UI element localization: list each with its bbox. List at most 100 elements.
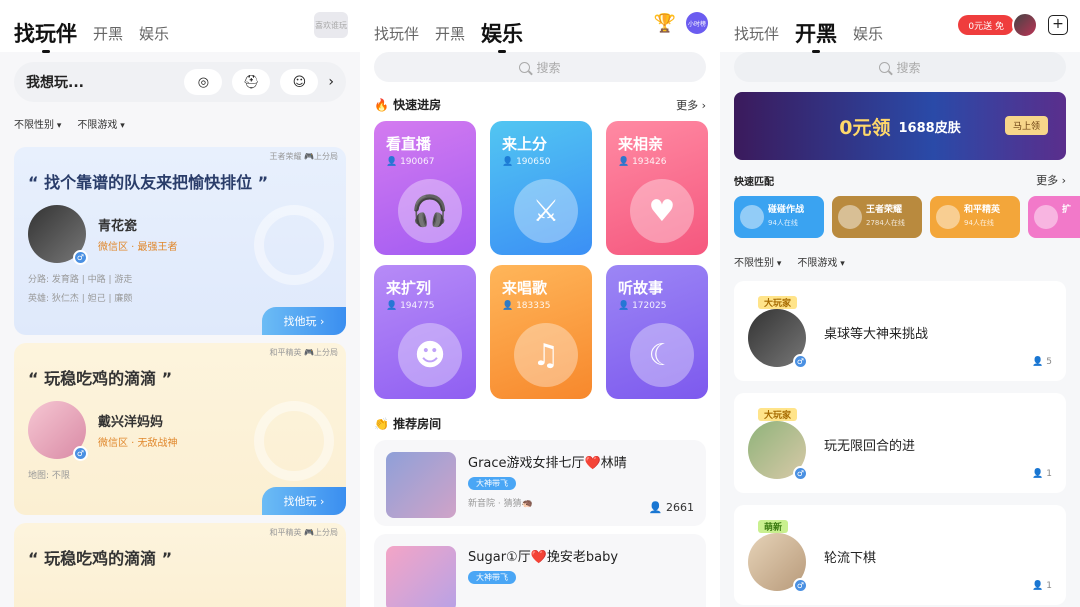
banner-title: 0元领 [839, 116, 891, 139]
partner-card[interactable]: 和平精英 🎮上分局 “ 玩稳吃鸡的滴滴 ” [14, 523, 346, 607]
gender-filter[interactable]: 不限性别 [14, 116, 61, 131]
tab-entertainment[interactable]: 娱乐 [481, 24, 523, 45]
tab-team-up[interactable]: 开黑 [93, 24, 123, 44]
quick-match-count: 94人在线 [964, 219, 994, 227]
partner-card[interactable]: 王者荣耀 🎮上分局 “ 找个靠谱的队友来把愉快排位 ” ♂ 青花瓷 微信区 · … [14, 147, 346, 335]
match-card[interactable]: 萌新 ♂ 轮流下棋 👤 1 [734, 505, 1066, 605]
quick-match-item[interactable]: 碰碰作战 94人在线 [734, 196, 824, 238]
quick-match-item[interactable]: 和平精英 94人在线 [930, 196, 1020, 238]
promo-banner[interactable]: 0元领 1688皮肤 马上领 [734, 92, 1066, 160]
tile-name: 看直播 [386, 135, 432, 153]
tab-find-partner[interactable]: 找玩伴 [374, 24, 419, 44]
headphones-icon: 🎧 [398, 179, 462, 243]
match-count: 👤 5 [1032, 357, 1052, 367]
tile-dating[interactable]: 来相亲 👤 193426 ♥ [606, 121, 708, 255]
want-to-play-bar[interactable]: 我想玩... ◎ ⛑ ☺ › [14, 62, 346, 102]
tab-entertainment[interactable]: 娱乐 [139, 24, 169, 44]
match-card[interactable]: 大玩家 ♂ 玩无限回合的进 👤 1 [734, 393, 1066, 493]
find-him-button[interactable]: 找他玩 › [262, 487, 346, 515]
tile-rank-up[interactable]: 来上分 👤 190650 ⚔ [490, 121, 592, 255]
game-icon [1034, 205, 1058, 229]
card-title: “ 找个靠谱的队友来把愉快排位 ” [28, 173, 269, 192]
decorative-icon [254, 401, 334, 481]
quick-match-name: 王者荣耀 [866, 205, 903, 215]
banner-claim-button[interactable]: 马上领 [1004, 116, 1048, 135]
quick-match-count: 94人在线 [768, 219, 798, 227]
tile-count: 👤 193426 [618, 157, 667, 167]
avatar[interactable]: ♂ [28, 205, 88, 265]
tile-make-friends[interactable]: 来扩列 👤 194775 ☻ [374, 265, 476, 399]
male-icon: ♂ [793, 466, 808, 481]
tile-name: 来唱歌 [502, 279, 548, 297]
recommended-rooms-title: 👏 推荐房间 [374, 417, 442, 431]
quick-match-item[interactable]: 王者荣耀 2784人在线 [832, 196, 922, 238]
swords-icon: ⚔ [514, 179, 578, 243]
card-title: “ 玩稳吃鸡的滴滴 ” [28, 549, 173, 568]
tab-team-up[interactable]: 开黑 [795, 24, 837, 45]
tab-find-partner[interactable]: 找玩伴 [14, 24, 77, 45]
tab-entertainment[interactable]: 娱乐 [853, 24, 883, 44]
tile-name: 来相亲 [618, 135, 664, 153]
banner-subtitle: 1688皮肤 [898, 120, 961, 136]
user-rank: 微信区 · 最强王者 [98, 242, 178, 253]
male-icon: ♂ [73, 446, 88, 461]
find-him-button[interactable]: 找他玩 › [262, 307, 346, 335]
more-link[interactable]: 更多 › [676, 97, 706, 113]
match-card[interactable]: 大玩家 ♂ 桌球等大神来挑战 👤 5 [734, 281, 1066, 381]
gender-filter[interactable]: 不限性别 [734, 254, 781, 269]
room-title: Sugar①厅❤️挽安老baby [468, 550, 619, 565]
avatar[interactable] [1012, 12, 1038, 38]
tile-count: 👤 172025 [618, 301, 667, 311]
tile-count: 👤 190067 [386, 157, 435, 167]
top-tabs: 找玩伴 开黑 娱乐 [0, 0, 360, 52]
room-host: 新音院 · 猜猜🦔 [468, 499, 533, 509]
avatar[interactable]: ♂ [748, 533, 808, 593]
search-input[interactable]: 搜索 [734, 52, 1066, 82]
tile-sing[interactable]: 来唱歌 👤 183335 ♫ [490, 265, 592, 399]
quick-room-title: 🔥 快速进房 [374, 98, 442, 112]
game-chip-honor-icon[interactable]: ◎ [184, 69, 223, 95]
game-filter[interactable]: 不限游戏 [797, 254, 844, 269]
room-badge: 大神带飞 [468, 477, 516, 490]
user-name: 戴兴洋妈妈 [98, 415, 164, 430]
partner-card[interactable]: 和平精英 🎮上分局 “ 玩稳吃鸡的滴滴 ” ♂ 戴兴洋妈妈 微信区 · 无敌战神… [14, 343, 346, 515]
game-filter[interactable]: 不限游戏 [77, 116, 124, 131]
tile-count: 👤 190650 [502, 157, 551, 167]
search-input[interactable]: 搜索 [374, 52, 706, 82]
game-chip-party-icon[interactable]: ☺ [280, 69, 319, 95]
match-title: 桌球等大神来挑战 [824, 327, 929, 342]
avatar[interactable]: ♂ [748, 421, 808, 481]
match-count: 👤 1 [1032, 581, 1052, 591]
game-icon [936, 205, 960, 229]
card-game-tag: 和平精英 🎮上分局 [269, 348, 338, 357]
more-link[interactable]: 更多 › [1036, 172, 1066, 188]
room-thumbnail [386, 452, 456, 518]
game-chip-pubg-icon[interactable]: ⛑ [232, 69, 271, 95]
tab-team-up[interactable]: 开黑 [435, 24, 465, 44]
search-placeholder: 搜索 [896, 60, 921, 75]
decorative-icon [254, 205, 334, 285]
room-badge: 大神带飞 [468, 571, 516, 584]
quick-match-item[interactable]: 扩 [1028, 196, 1080, 238]
room-item[interactable]: Sugar①厅❤️挽安老baby 大神带飞 [374, 534, 706, 607]
tile-live[interactable]: 看直播 👤 190067 🎧 [374, 121, 476, 255]
add-icon[interactable]: + [1048, 15, 1068, 35]
avatar[interactable]: ♂ [28, 401, 88, 461]
user-name: 青花瓷 [98, 219, 138, 234]
trophy-icon[interactable]: 🏆 [654, 13, 676, 34]
hour-rank-icon[interactable]: 小时榜 [686, 12, 708, 34]
player-tag-badge: 大玩家 [758, 408, 798, 421]
free-gift-pill[interactable]: 0元送 免 [958, 15, 1014, 35]
screen-entertainment: 找玩伴 开黑 娱乐 🏆 小时榜 搜索 🔥 快速进房 更多 › 看直播 👤 1900… [360, 0, 720, 607]
room-item[interactable]: Grace游戏女排七厅❤️林晴 大神带飞 新音院 · 猜猜🦔 👤 2661 [374, 440, 706, 526]
player-tag-badge: 大玩家 [758, 296, 798, 309]
tab-find-partner[interactable]: 找玩伴 [734, 24, 779, 44]
chevron-right-icon[interactable]: › [328, 74, 334, 90]
tile-name: 来扩列 [386, 279, 432, 297]
search-icon [519, 61, 531, 73]
quick-match-title: 快速匹配 [734, 176, 774, 188]
male-icon: ♂ [793, 354, 808, 369]
tile-stories[interactable]: 听故事 👤 172025 ☾ [606, 265, 708, 399]
heart-icon: ♥ [630, 179, 694, 243]
avatar[interactable]: ♂ [748, 309, 808, 369]
